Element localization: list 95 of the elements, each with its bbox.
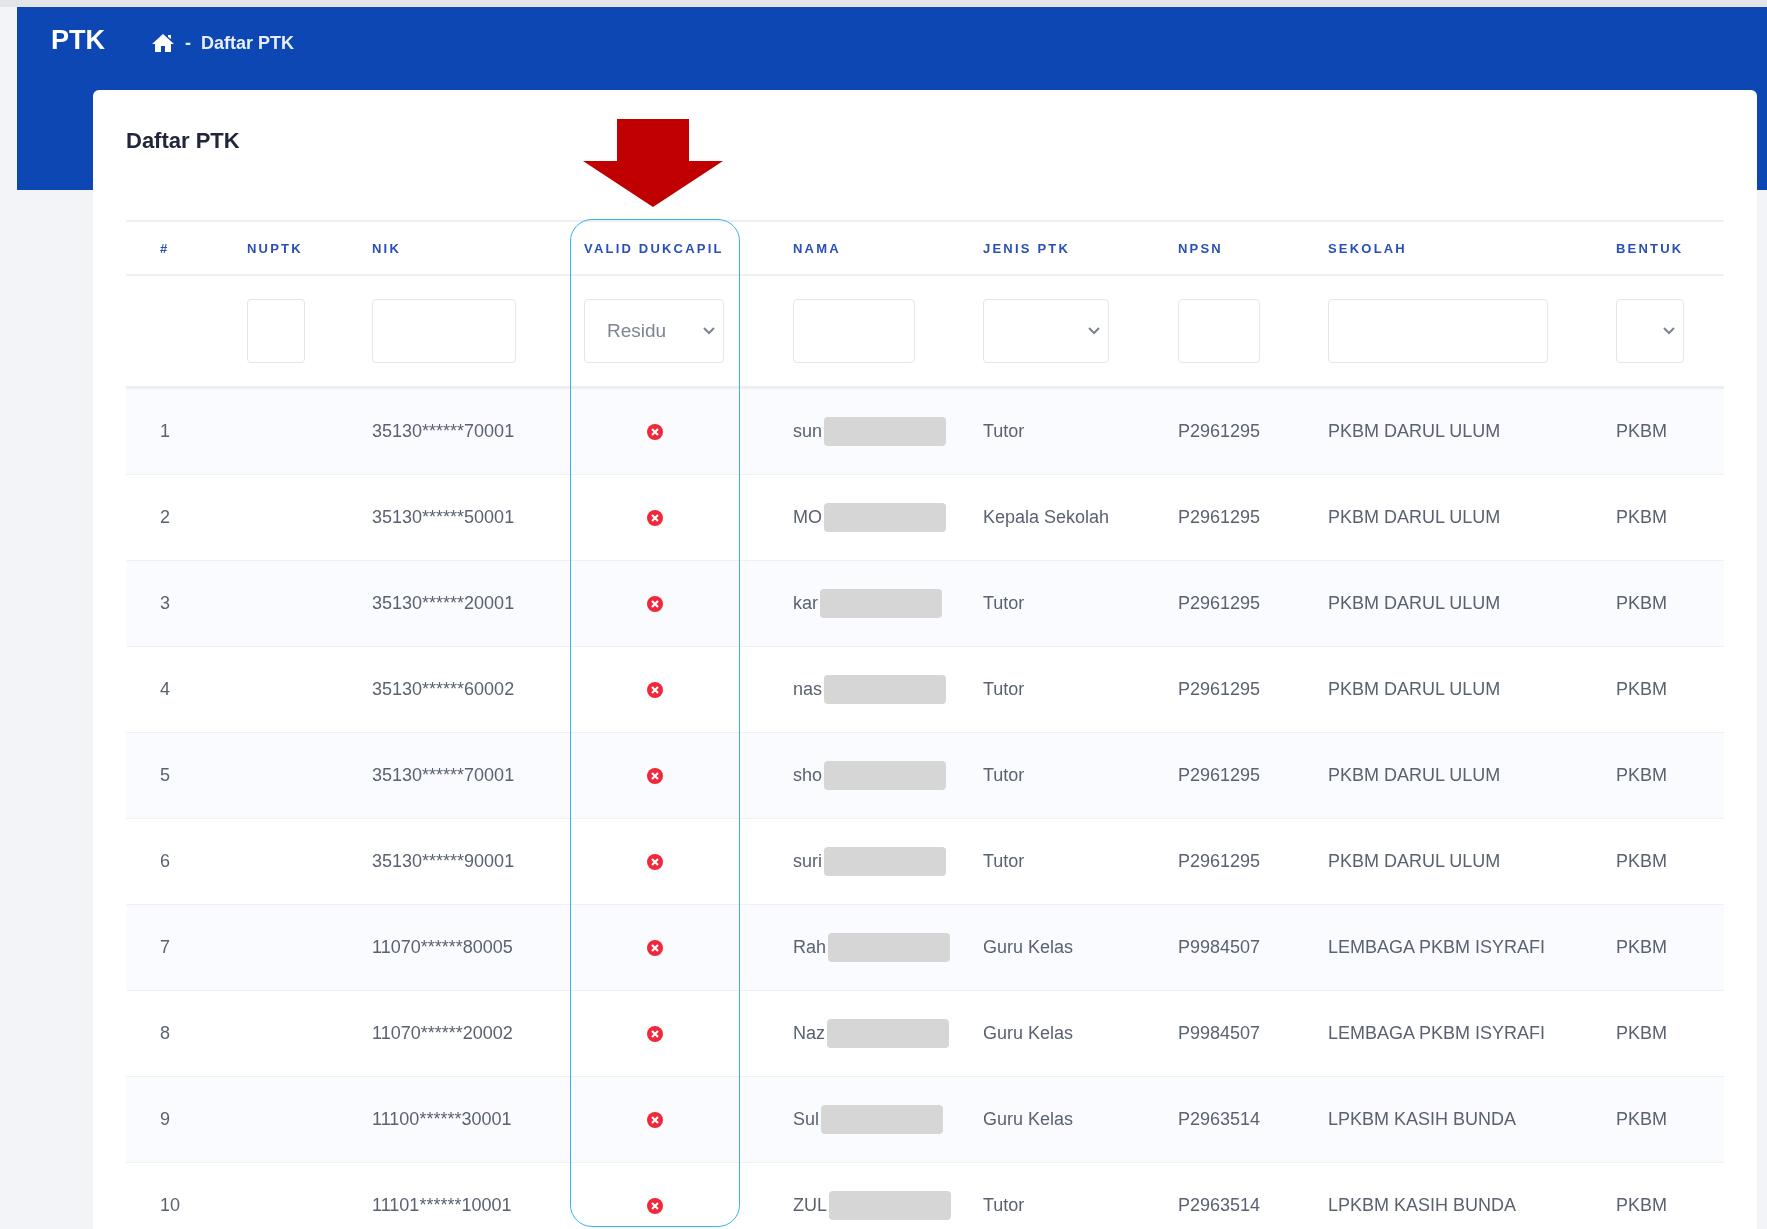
table-cell: P2961295 bbox=[1178, 593, 1261, 614]
table-cell: P2961295 bbox=[1178, 507, 1261, 528]
table-cell: kar bbox=[793, 593, 818, 614]
filter-field[interactable] bbox=[247, 299, 305, 363]
table-cell: PKBM bbox=[1616, 851, 1667, 872]
table-cell: P9984507 bbox=[1178, 937, 1261, 958]
table-cell: 11101******10001 bbox=[372, 1195, 512, 1216]
table-cell: Tutor bbox=[983, 1195, 1025, 1216]
row-number: 8 bbox=[160, 1023, 170, 1044]
table-cell: P2961295 bbox=[1178, 851, 1261, 872]
row-number: 9 bbox=[160, 1109, 170, 1130]
table-cell: Tutor bbox=[983, 851, 1025, 872]
table-cell: PKBM bbox=[1616, 679, 1667, 700]
table-cell: 35130******70001 bbox=[372, 421, 515, 442]
table-cell: PKBM bbox=[1616, 421, 1667, 442]
column-header: # bbox=[160, 241, 170, 256]
table-cell: 35130******50001 bbox=[372, 507, 515, 528]
table-cell: ZUL bbox=[793, 1195, 827, 1216]
row-number: 7 bbox=[160, 937, 170, 958]
table-cell: LEMBAGA PKBM ISYRAFI bbox=[1328, 937, 1546, 958]
table-cell: 11100******30001 bbox=[372, 1109, 512, 1130]
table-cell: PKBM DARUL ULUM bbox=[1328, 507, 1501, 528]
column-header: BENTUK bbox=[1616, 241, 1684, 256]
table-cell: 35130******20001 bbox=[372, 593, 515, 614]
column-header: NIK bbox=[372, 241, 401, 256]
column-header: VALID DUKCAPIL bbox=[584, 241, 724, 256]
breadcrumb-current: Daftar PTK bbox=[201, 33, 294, 54]
table-cell: P2961295 bbox=[1178, 421, 1261, 442]
row-number: 3 bbox=[160, 593, 170, 614]
table-cell: MO bbox=[793, 507, 822, 528]
filter-field[interactable] bbox=[793, 299, 915, 363]
table-cell: PKBM DARUL ULUM bbox=[1328, 851, 1501, 872]
table-cell: PKBM bbox=[1616, 937, 1667, 958]
table-cell: Sul bbox=[793, 1109, 819, 1130]
table-cell: Tutor bbox=[983, 421, 1025, 442]
row-number: 10 bbox=[160, 1195, 181, 1216]
table-cell: PKBM bbox=[1616, 593, 1667, 614]
app-title: PTK bbox=[51, 25, 105, 56]
table-cell: LPKBM KASIH BUNDA bbox=[1328, 1109, 1517, 1130]
table-cell: nas bbox=[793, 679, 823, 700]
table-cell: PKBM DARUL ULUM bbox=[1328, 765, 1501, 786]
filter-dropdown[interactable] bbox=[1616, 299, 1684, 363]
row-number: 5 bbox=[160, 765, 170, 786]
table-cell: Kepala Sekolah bbox=[983, 507, 1110, 528]
table-cell: P9984507 bbox=[1178, 1023, 1261, 1044]
column-header: SEKOLAH bbox=[1328, 241, 1407, 256]
table-cell: Tutor bbox=[983, 765, 1025, 786]
column-header: NPSN bbox=[1178, 241, 1223, 256]
table-cell: PKBM DARUL ULUM bbox=[1328, 593, 1501, 614]
table-cell: Tutor bbox=[983, 679, 1025, 700]
filter-dropdown[interactable] bbox=[983, 299, 1109, 363]
table-cell: Guru Kelas bbox=[983, 1109, 1074, 1130]
table-cell: PKBM bbox=[1616, 1109, 1667, 1130]
table-cell: sun bbox=[793, 421, 823, 442]
chevron-down-icon bbox=[1663, 327, 1675, 335]
table-cell: P2961295 bbox=[1178, 679, 1261, 700]
row-number: 6 bbox=[160, 851, 170, 872]
table-cell: 35130******60002 bbox=[372, 679, 515, 700]
chevron-down-icon bbox=[1088, 327, 1100, 335]
column-header: JENIS PTK bbox=[983, 241, 1070, 256]
table-cell: Tutor bbox=[983, 593, 1025, 614]
table-cell: Guru Kelas bbox=[983, 937, 1074, 958]
table-cell: Guru Kelas bbox=[983, 1023, 1074, 1044]
table-cell: 35130******90001 bbox=[372, 851, 515, 872]
table-cell: Naz bbox=[793, 1023, 825, 1044]
table-cell: 11070******80005 bbox=[372, 937, 513, 958]
table-cell: PKBM bbox=[1616, 1023, 1667, 1044]
table-cell: P2961295 bbox=[1178, 765, 1261, 786]
table-cell: PKBM bbox=[1616, 1195, 1667, 1216]
filter-dropdown[interactable]: Residu bbox=[584, 299, 724, 363]
table-cell: P2963514 bbox=[1178, 1109, 1261, 1130]
column-header: NUPTK bbox=[247, 241, 303, 256]
column-header: NAMA bbox=[793, 241, 841, 256]
table-cell: PKBM bbox=[1616, 765, 1667, 786]
table-cell: LEMBAGA PKBM ISYRAFI bbox=[1328, 1023, 1546, 1044]
filter-field[interactable] bbox=[372, 299, 516, 363]
table-cell: PKBM DARUL ULUM bbox=[1328, 679, 1501, 700]
chevron-down-icon bbox=[703, 327, 715, 335]
row-number: 1 bbox=[160, 421, 170, 442]
breadcrumb-separator: - bbox=[185, 33, 191, 54]
filter-field[interactable] bbox=[1328, 299, 1548, 363]
row-number: 4 bbox=[160, 679, 170, 700]
table-cell: 35130******70001 bbox=[372, 765, 515, 786]
filter-field[interactable] bbox=[1178, 299, 1260, 363]
table-cell: PKBM DARUL ULUM bbox=[1328, 421, 1501, 442]
table-cell: PKBM bbox=[1616, 507, 1667, 528]
home-icon[interactable] bbox=[151, 33, 175, 53]
card-title: Daftar PTK bbox=[126, 128, 240, 154]
table-cell: Rah bbox=[793, 937, 827, 958]
table-cell: suri bbox=[793, 851, 822, 872]
table-cell: P2963514 bbox=[1178, 1195, 1261, 1216]
row-number: 2 bbox=[160, 507, 170, 528]
table-cell: 11070******20002 bbox=[372, 1023, 513, 1044]
table-cell: LPKBM KASIH BUNDA bbox=[1328, 1195, 1517, 1216]
table-cell: sho bbox=[793, 765, 823, 786]
